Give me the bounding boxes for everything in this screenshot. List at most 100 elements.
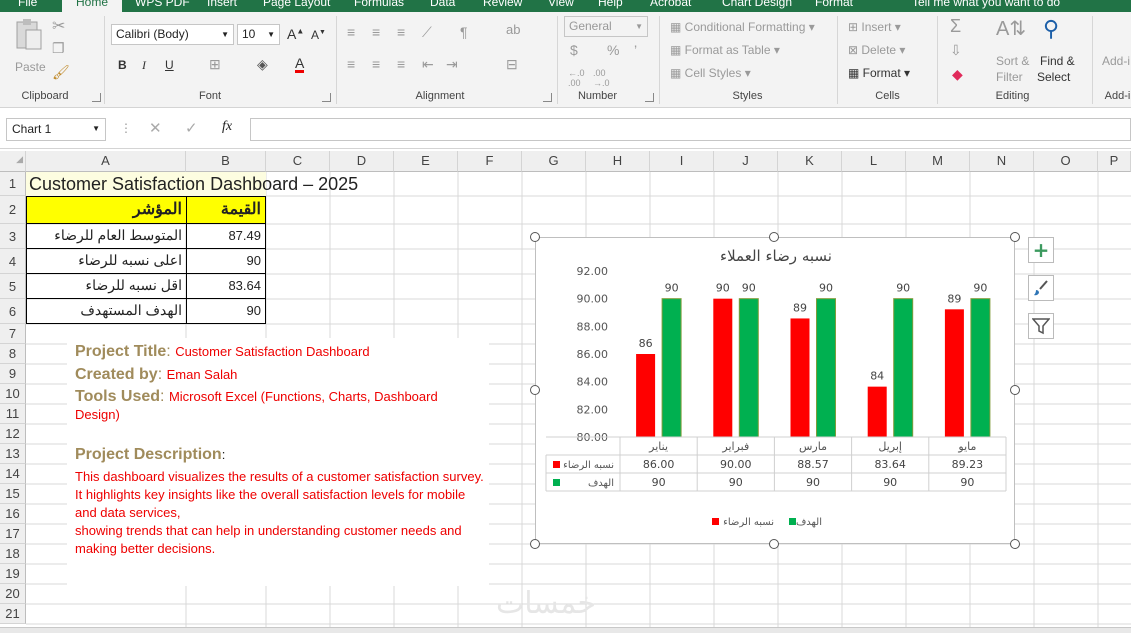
find-icon[interactable]: ⚲ (1043, 16, 1059, 42)
column-header[interactable]: N (970, 151, 1034, 172)
tab-view[interactable]: View (548, 0, 574, 9)
column-header[interactable]: O (1034, 151, 1098, 172)
column-header[interactable]: A (26, 151, 186, 172)
row-header[interactable]: 9 (0, 364, 26, 384)
resize-handle[interactable] (1010, 539, 1020, 549)
row-header[interactable]: 3 (0, 224, 26, 249)
column-header[interactable]: M (906, 151, 970, 172)
resize-handle[interactable] (769, 232, 779, 242)
clear-icon[interactable]: ◆ (952, 66, 963, 83)
row-header[interactable]: 12 (0, 424, 26, 444)
tell-me-search[interactable]: Tell me what you want to do (912, 0, 1060, 9)
increase-indent-icon[interactable]: ⇥ (446, 56, 458, 73)
row-header[interactable]: 11 (0, 404, 26, 424)
row-header[interactable]: 8 (0, 344, 26, 364)
borders-icon[interactable]: ⊞ (209, 56, 221, 73)
select-all-corner[interactable]: ◢ (0, 151, 26, 172)
increase-decimal-icon[interactable]: ←.0.00 (568, 68, 585, 88)
tab-chart-design[interactable]: Chart Design (722, 0, 792, 9)
clipboard-launcher-icon[interactable] (92, 93, 101, 102)
column-header[interactable]: B (186, 151, 266, 172)
kpi-label[interactable]: الهدف المستهدف (26, 298, 187, 324)
underline-button[interactable]: U (165, 58, 174, 72)
italic-button[interactable]: I (142, 58, 146, 73)
fill-icon[interactable]: ⇩ (950, 42, 962, 59)
kpi-value[interactable]: 87.49 (186, 223, 266, 249)
row-header[interactable]: 13 (0, 444, 26, 464)
row-header[interactable]: 4 (0, 249, 26, 274)
row-header[interactable]: 6 (0, 299, 26, 324)
number-launcher-icon[interactable] (645, 93, 654, 102)
tab-formulas[interactable]: Formulas (354, 0, 404, 9)
add-ins-button[interactable]: Add-i (1102, 54, 1130, 68)
row-header[interactable]: 2 (0, 196, 26, 224)
autosum-icon[interactable]: Σ (950, 16, 961, 37)
insert-cells-button[interactable]: ⊞ Insert ▾ (848, 20, 901, 34)
row-header[interactable]: 14 (0, 464, 26, 484)
tab-wps-pdf[interactable]: WPS PDF (135, 0, 190, 9)
chart-filters-button[interactable] (1028, 313, 1054, 339)
column-header[interactable]: C (266, 151, 330, 172)
align-center-icon[interactable]: ≡ (372, 56, 380, 72)
column-header[interactable]: G (522, 151, 586, 172)
column-header[interactable]: F (458, 151, 522, 172)
rtl-icon[interactable]: ¶ (460, 24, 468, 40)
align-top-icon[interactable]: ≡ (347, 24, 355, 40)
tab-insert[interactable]: Insert (207, 0, 237, 9)
name-box[interactable]: Chart 1 ▼ (6, 118, 106, 141)
alignment-launcher-icon[interactable] (543, 93, 552, 102)
format-as-table-button[interactable]: ▦ Format as Table ▾ (670, 43, 780, 57)
font-color-icon[interactable]: A (295, 56, 305, 73)
align-middle-icon[interactable]: ≡ (372, 24, 380, 40)
wrap-text-icon[interactable]: ab (506, 22, 520, 37)
sort-filter-label-1[interactable]: Sort & (996, 54, 1029, 68)
increase-font-icon[interactable]: A▲ (287, 26, 304, 42)
column-header[interactable]: I (650, 151, 714, 172)
header-indicator[interactable]: المؤشر (26, 196, 187, 224)
row-header[interactable]: 7 (0, 324, 26, 344)
kpi-value[interactable]: 90 (186, 248, 266, 274)
resize-handle[interactable] (1010, 232, 1020, 242)
sort-filter-label-2[interactable]: Filter (996, 70, 1023, 84)
satisfaction-chart[interactable]: نسبه رضاء العملاء 80.00 82.00 84.00 86.00 88… (535, 237, 1015, 544)
row-header[interactable]: 10 (0, 384, 26, 404)
paste-button[interactable]: Paste (10, 18, 48, 80)
resize-handle[interactable] (530, 385, 540, 395)
tab-review[interactable]: Review (483, 0, 522, 9)
row-header[interactable]: 18 (0, 544, 26, 564)
resize-handle[interactable] (530, 539, 540, 549)
row-header[interactable]: 19 (0, 564, 26, 584)
column-header[interactable]: P (1098, 151, 1131, 172)
percent-button[interactable]: % (607, 42, 619, 58)
merge-center-icon[interactable]: ⊟ (506, 56, 518, 73)
format-painter-icon[interactable]: 🖌 (52, 64, 70, 81)
font-name-select[interactable]: Calibri (Body) ▼ (111, 24, 234, 45)
cut-icon[interactable]: ✂ (52, 16, 65, 36)
resize-handle[interactable] (1010, 385, 1020, 395)
sort-filter-icon[interactable]: A⇅ (996, 16, 1026, 41)
conditional-formatting-button[interactable]: ▦ Conditional Formatting ▾ (670, 20, 815, 34)
tab-help[interactable]: Help (598, 0, 623, 9)
tab-acrobat[interactable]: Acrobat (650, 0, 691, 9)
resize-handle[interactable] (530, 232, 540, 242)
column-header[interactable]: J (714, 151, 778, 172)
chart-elements-button[interactable]: + (1028, 237, 1054, 263)
kpi-label[interactable]: اقل نسبه للرضاء (26, 273, 187, 299)
cell-styles-button[interactable]: ▦ Cell Styles ▾ (670, 66, 751, 80)
header-value[interactable]: القيمة (186, 196, 266, 224)
tab-format[interactable]: Format (815, 0, 853, 9)
project-info-textbox[interactable]: Project Title: Customer Satisfaction Das… (67, 338, 489, 586)
row-header[interactable]: 15 (0, 484, 26, 504)
align-right-icon[interactable]: ≡ (397, 56, 405, 72)
resize-handle[interactable] (769, 539, 779, 549)
fill-color-icon[interactable]: ◈ (257, 56, 268, 73)
format-cells-button[interactable]: ▦ Format ▾ (848, 66, 910, 80)
find-select-label-1[interactable]: Find & (1040, 54, 1075, 68)
find-select-label-2[interactable]: Select (1037, 70, 1070, 84)
align-left-icon[interactable]: ≡ (347, 56, 355, 72)
tab-file[interactable]: File (18, 0, 37, 9)
kpi-label[interactable]: اعلى نسبه للرضاء (26, 248, 187, 274)
decrease-decimal-icon[interactable]: .00 →.0 (593, 68, 610, 88)
row-header[interactable]: 21 (0, 604, 26, 624)
formula-input[interactable] (250, 118, 1131, 141)
